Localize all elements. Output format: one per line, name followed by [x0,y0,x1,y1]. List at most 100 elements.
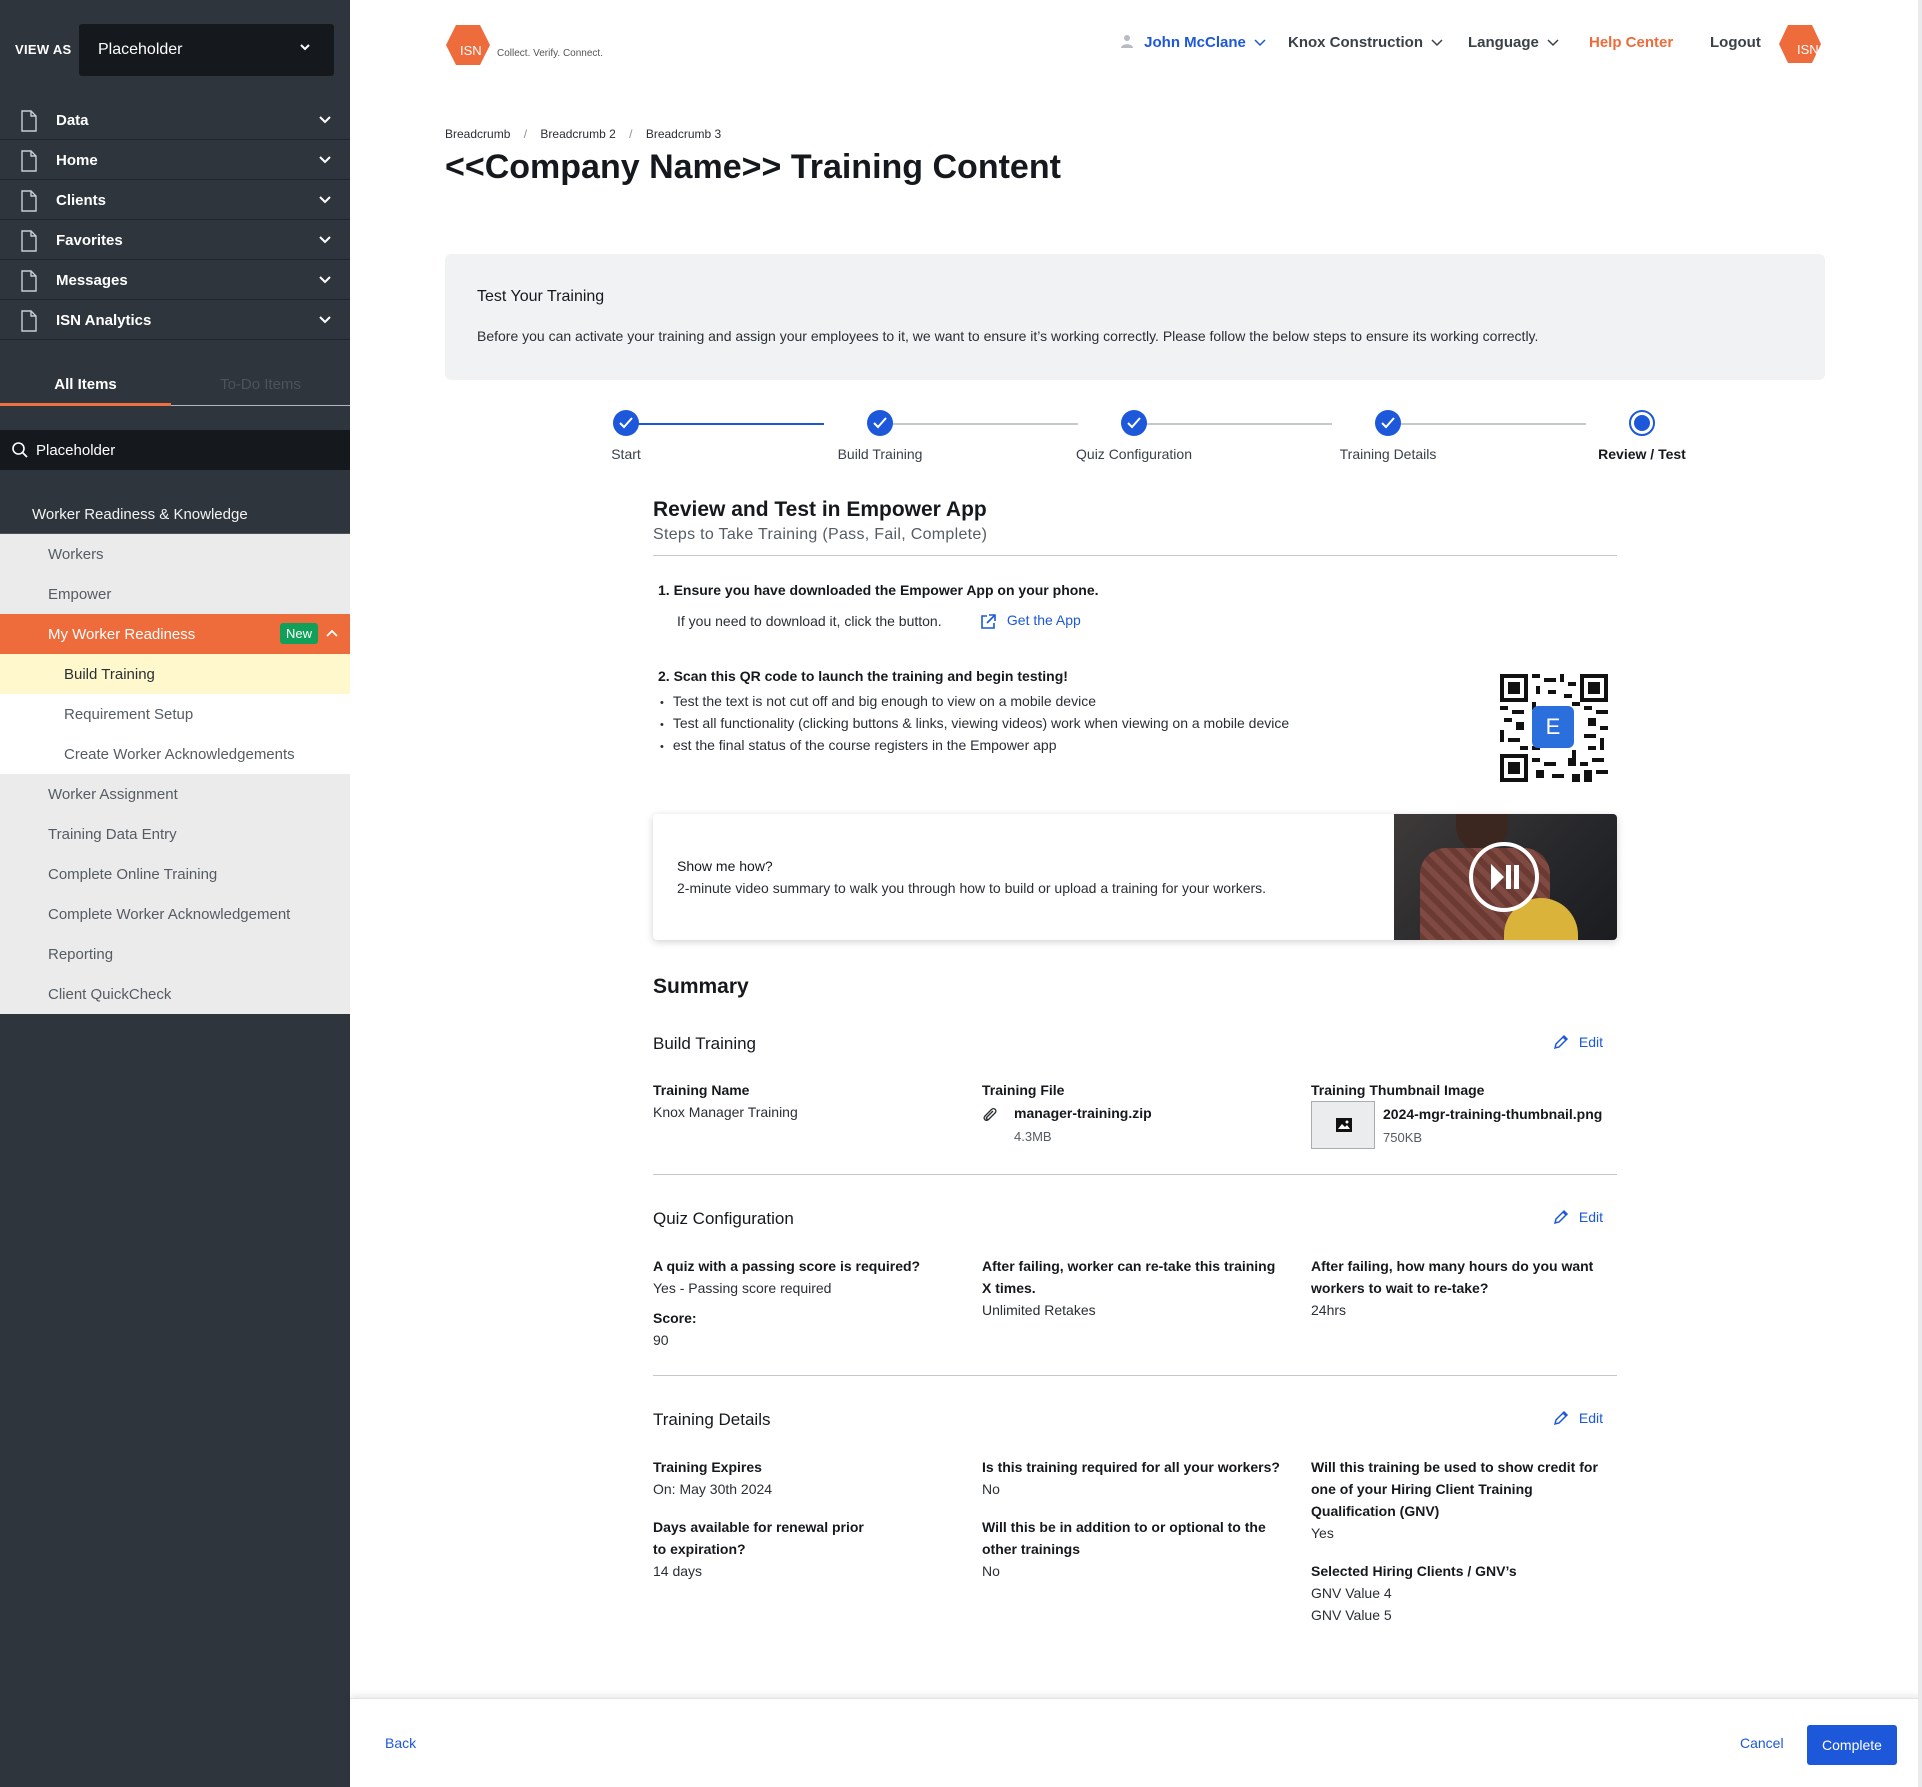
scrollbar[interactable] [1918,0,1922,1787]
step-connector [880,423,1078,425]
info-panel: Test Your Training Before you can activa… [445,254,1825,380]
additional-optional-value: No [982,1563,1000,1579]
tree-heading[interactable]: Worker Readiness & Knowledge [0,494,350,534]
search-value: Placeholder [36,442,116,459]
gnv-credit-label: Qualification (GNV) [1311,1503,1440,1519]
chevron-down-icon [318,273,332,287]
nav-item-label: ISN Analytics [56,312,152,329]
info-title: Test Your Training [477,288,605,305]
tree-subitem-create-worker-acknowledgements[interactable]: Create Worker Acknowledgements [0,734,350,774]
pencil-icon [1553,1209,1575,1225]
step-complete-icon[interactable] [613,410,639,436]
breadcrumb-item[interactable]: Breadcrumb 3 [646,127,721,141]
list-item: est the final status of the course regis… [660,734,1289,756]
nav-item-home[interactable]: Home [0,140,350,180]
tree-item-client-quickcheck[interactable]: Client QuickCheck [0,974,350,1014]
step-connector [1388,423,1586,425]
view-as-select[interactable]: Placeholder [79,24,334,76]
nav-item-clients[interactable]: Clients [0,180,350,220]
tree-item-worker-assignment[interactable]: Worker Assignment [0,774,350,814]
video-description: 2-minute video summary to walk you throu… [677,880,1267,896]
logout-link[interactable]: Logout [1710,34,1761,51]
training-file-size: 4.3MB [1014,1129,1052,1144]
isn-logo-small[interactable]: ISN [1778,24,1822,69]
instruction-step-2: 2. Scan this QR code to launch the train… [658,668,1068,684]
nav-item-messages[interactable]: Messages [0,260,350,300]
edit-label: Edit [1578,1209,1604,1225]
step-complete-icon[interactable] [867,410,893,436]
step-connector [626,423,824,425]
sidebar-search-input[interactable]: Placeholder [0,430,350,470]
edit-label: Edit [1578,1034,1604,1050]
chevron-up-icon [325,626,339,644]
tree-item-my-worker-readiness[interactable]: My Worker Readiness New [0,614,350,654]
step-complete-icon[interactable] [1375,410,1401,436]
step-label-quiz-configuration: Quiz Configuration [1076,446,1192,462]
complete-button[interactable]: Complete [1807,1725,1897,1765]
tab-all-items[interactable]: All Items [0,364,171,406]
breadcrumb-item[interactable]: Breadcrumb 2 [540,127,615,141]
video-thumbnail[interactable] [1394,814,1617,940]
nav-item-label: Home [56,152,98,169]
logo-text: ISN [460,43,482,58]
breadcrumb: Breadcrumb / Breadcrumb 2 / Breadcrumb 3 [445,127,722,141]
search-icon [11,441,29,463]
company-name: Knox Construction [1288,34,1423,51]
tree-item-complete-worker-acknowledgement[interactable]: Complete Worker Acknowledgement [0,894,350,934]
document-icon [20,230,38,256]
renewal-days-label: to expiration? [653,1541,746,1557]
thumbnail-file-name[interactable]: 2024-mgr-training-thumbnail.png [1383,1106,1602,1122]
divider [653,1375,1617,1376]
quiz-required-value: Yes - Passing score required [653,1280,832,1296]
get-the-app-link[interactable]: Get the App [980,612,1081,630]
tree-item-complete-online-training[interactable]: Complete Online Training [0,854,350,894]
list-item: Test the text is not cut off and big eno… [660,690,1289,712]
nav-item-favorites[interactable]: Favorites [0,220,350,260]
tree-item-training-data-entry[interactable]: Training Data Entry [0,814,350,854]
tree-item-workers[interactable]: Workers [0,534,350,574]
step-label-training-details: Training Details [1339,446,1437,462]
divider [653,1174,1617,1175]
nav-item-data[interactable]: Data [0,100,350,140]
step-complete-icon[interactable] [1121,410,1147,436]
video-title: Show me how? [677,858,773,874]
video-card[interactable]: Show me how? 2-minute video summary to w… [653,814,1617,940]
cancel-button[interactable]: Cancel [1740,1735,1784,1751]
tree-item-reporting[interactable]: Reporting [0,934,350,974]
step-current-icon[interactable] [1629,410,1655,436]
nav-item-label: Clients [56,192,107,209]
company-menu[interactable]: Knox Construction [1288,34,1443,52]
tab-todo-items[interactable]: To-Do Items [171,376,350,393]
breadcrumb-item[interactable]: Breadcrumb [445,127,510,141]
play-pause-icon[interactable] [1469,842,1539,912]
back-button[interactable]: Back [385,1735,416,1751]
step-label-start: Start [611,446,641,462]
edit-training-details-button[interactable]: Edit [1553,1410,1603,1426]
instruction-step-1: 1. Ensure you have downloaded the Empowe… [658,582,1099,598]
section-title-training-details: Training Details [653,1410,771,1429]
user-icon [1120,34,1140,51]
tree-subitem-build-training[interactable]: Build Training [0,654,350,694]
thumbnail-label: Training Thumbnail Image [1311,1082,1485,1098]
tree-subitem-requirement-setup[interactable]: Requirement Setup [0,694,350,734]
logo-text: ISN [1797,42,1819,57]
chevron-down-icon [318,313,332,327]
page-title: <<Company Name>> Training Content [445,148,1061,186]
help-center-link[interactable]: Help Center [1589,34,1673,51]
summary-title: Summary [653,975,749,998]
retake-count-label: X times. [982,1280,1036,1296]
training-file-name[interactable]: manager-training.zip [1014,1105,1152,1121]
user-menu[interactable]: John McClane [1120,34,1266,52]
language-menu[interactable]: Language [1468,34,1559,52]
edit-build-training-button[interactable]: Edit [1553,1034,1603,1050]
isn-logo[interactable]: ISN [445,24,491,71]
get-the-app-label: Get the App [1006,612,1081,628]
thumbnail-preview[interactable] [1311,1101,1375,1149]
divider [653,555,1617,556]
edit-quiz-configuration-button[interactable]: Edit [1553,1209,1603,1225]
retake-wait-label: workers to wait to re-take? [1311,1280,1489,1296]
gnv-credit-label: one of your Hiring Client Training [1311,1481,1533,1497]
chevron-down-icon [318,193,332,207]
tree-item-empower[interactable]: Empower [0,574,350,614]
nav-item-isn-analytics[interactable]: ISN Analytics [0,300,350,340]
